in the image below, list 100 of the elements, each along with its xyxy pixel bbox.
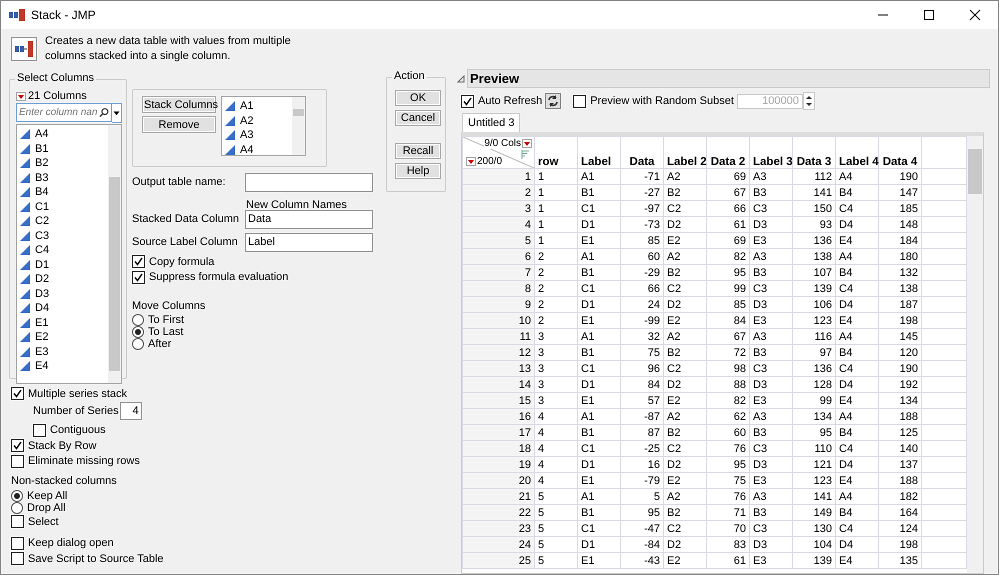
column-list-item[interactable]: B1: [17, 142, 108, 156]
radio-button[interactable]: [11, 490, 23, 502]
column-list-item[interactable]: D3: [17, 286, 108, 301]
output-table-field[interactable]: [245, 172, 373, 192]
column-list-item[interactable]: C4: [17, 243, 108, 258]
checkbox-option[interactable]: Multiple series stack: [11, 386, 449, 402]
checkbox-option[interactable]: Keep dialog open: [11, 536, 449, 551]
column-list-item[interactable]: E4: [17, 359, 108, 374]
column-list-item[interactable]: D1: [17, 258, 108, 272]
dialog-button[interactable]: Stack Columns: [142, 96, 216, 113]
radio-option[interactable]: To First: [132, 314, 382, 326]
checkbox[interactable]: [33, 424, 46, 437]
column-list-item[interactable]: E1: [17, 316, 108, 330]
checkbox[interactable]: [11, 515, 24, 528]
table-cell: 135: [878, 552, 922, 568]
search-field[interactable]: Enter column nan: [16, 103, 112, 122]
stacked-column-item[interactable]: A4: [222, 142, 292, 155]
dialog-button[interactable]: OK: [395, 90, 441, 106]
continuous-column-icon: [225, 116, 235, 126]
checkbox[interactable]: [11, 536, 24, 550]
checkbox[interactable]: [461, 94, 474, 108]
continuous-column-icon: [20, 260, 30, 270]
checkbox-option[interactable]: Stack By Row: [11, 438, 449, 454]
checkbox[interactable]: [132, 255, 145, 268]
table-cell: B3: [750, 424, 792, 440]
checkbox-option[interactable]: Preview with Random Subset: [573, 93, 734, 109]
column-list-item[interactable]: D4: [17, 301, 108, 316]
column-list-item[interactable]: B4: [17, 185, 108, 200]
column-name-field[interactable]: Data: [245, 210, 373, 228]
sort-icon[interactable]: [521, 150, 530, 159]
scrollbar[interactable]: [967, 136, 983, 573]
checkbox-option[interactable]: Save Script to Source Table: [11, 551, 449, 566]
checkbox[interactable]: [11, 454, 24, 468]
table-cell: 5: [620, 488, 664, 504]
checkbox-option[interactable]: Copy formula: [132, 254, 382, 270]
checkbox-option[interactable]: Auto Refresh: [461, 93, 542, 109]
dialog-button[interactable]: Recall: [395, 143, 441, 159]
column-list-item[interactable]: C3: [17, 228, 108, 243]
column-header[interactable]: Data: [620, 136, 664, 168]
radio-option[interactable]: To Last: [132, 326, 382, 338]
column-list-item[interactable]: A4: [17, 127, 108, 142]
spinner-icon[interactable]: [802, 92, 815, 110]
number-field[interactable]: 4: [120, 402, 142, 420]
column-name-field[interactable]: Label: [245, 232, 373, 252]
column-header[interactable]: Data 4: [878, 136, 922, 168]
column-list-item[interactable]: E3: [17, 344, 108, 359]
table-cell: 128: [792, 376, 836, 392]
maximize-icon[interactable]: [923, 9, 935, 21]
stacked-column-item[interactable]: A1: [222, 99, 292, 114]
radio-button[interactable]: [11, 502, 23, 514]
scrollbar[interactable]: [292, 97, 305, 155]
radio-option[interactable]: After: [132, 338, 382, 350]
table-cell: 132: [878, 264, 922, 280]
table-cell: 190: [878, 360, 922, 376]
refresh-icon[interactable]: [545, 93, 562, 109]
checkbox-option[interactable]: Eliminate missing rows: [11, 454, 449, 469]
stacked-column-item[interactable]: A3: [222, 128, 292, 142]
column-list-item[interactable]: C2: [17, 214, 108, 228]
stacked-column-item[interactable]: A2: [222, 114, 292, 128]
dialog-button[interactable]: Cancel: [395, 110, 441, 126]
close-icon[interactable]: [969, 9, 981, 21]
checkbox[interactable]: [11, 552, 24, 566]
column-header[interactable]: Label: [578, 136, 620, 168]
checkbox-option[interactable]: Contiguous: [33, 422, 449, 438]
checkbox-option[interactable]: Select: [11, 514, 449, 530]
column-header[interactable]: Label 4: [836, 136, 878, 168]
checkbox-option[interactable]: Suppress formula evaluation: [132, 270, 382, 285]
row-number: 18: [462, 440, 534, 456]
tab[interactable]: Untitled 3: [462, 113, 520, 132]
column-list-item[interactable]: D2: [17, 272, 108, 286]
scrollbar[interactable]: [108, 125, 121, 383]
table-cell: A3: [750, 328, 792, 344]
table-cell: 60: [706, 424, 750, 440]
radio-button[interactable]: [132, 338, 144, 350]
checkbox[interactable]: [11, 387, 24, 400]
radio-option[interactable]: Keep All: [11, 490, 449, 502]
column-header[interactable]: Data 2: [706, 136, 750, 168]
column-summary: 9/0 Cols: [484, 138, 521, 149]
checkbox[interactable]: [132, 270, 145, 284]
column-list-item[interactable]: B2: [17, 156, 108, 170]
checkbox[interactable]: [11, 439, 24, 452]
radio-button[interactable]: [132, 326, 144, 338]
column-header[interactable]: row: [534, 136, 578, 168]
column-header[interactable]: Data 3: [792, 136, 836, 168]
table-cell: 147: [878, 184, 922, 200]
row-number: 16: [462, 408, 534, 424]
radio-button[interactable]: [132, 314, 144, 326]
field-label: Output table name:: [132, 176, 227, 188]
disclosure-icon[interactable]: [457, 74, 465, 82]
column-list-item[interactable]: C1: [17, 200, 108, 214]
dialog-button[interactable]: Remove: [142, 116, 216, 133]
column-list-item[interactable]: E2: [17, 330, 108, 344]
dropdown-icon[interactable]: [112, 103, 122, 123]
column-header[interactable]: Label 3: [750, 136, 792, 168]
column-header[interactable]: Label 2: [664, 136, 706, 168]
checkbox[interactable]: [573, 94, 586, 108]
dialog-button[interactable]: Help: [395, 163, 441, 179]
table-cell: A2: [664, 488, 706, 504]
radio-option[interactable]: Drop All: [11, 502, 449, 514]
column-list-item[interactable]: B3: [17, 170, 108, 185]
